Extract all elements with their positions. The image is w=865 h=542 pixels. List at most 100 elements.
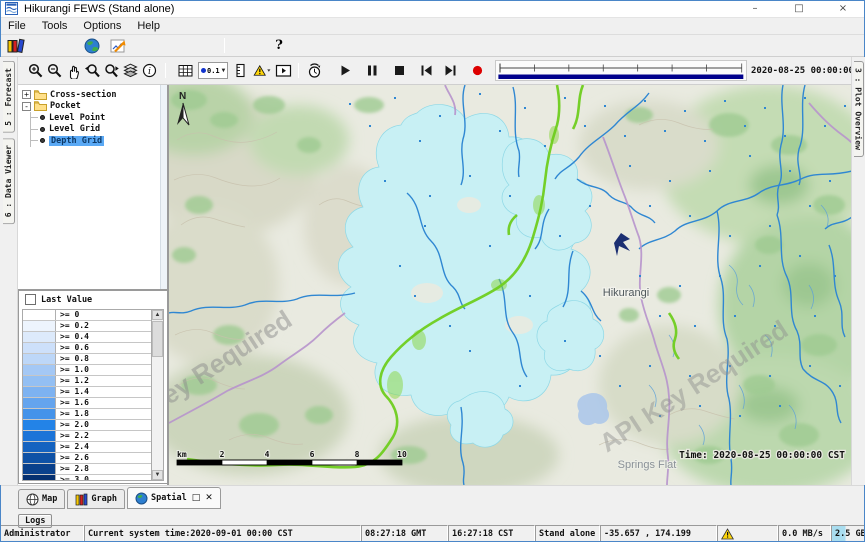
bullet-icon	[40, 138, 45, 143]
legend-row: >= 0.4	[23, 332, 151, 343]
tree-scrollbar[interactable]	[160, 85, 167, 289]
tree-node-level-grid[interactable]: Level Grid	[31, 124, 167, 136]
legend-color-swatch	[23, 431, 56, 441]
legend-color-swatch	[23, 442, 56, 452]
svg-text:8: 8	[355, 450, 360, 459]
legend-row-label: >= 0	[56, 310, 79, 320]
status-gmt-time: 08:27:18 GMT	[361, 525, 448, 542]
data-viewer-panel: + Cross-section - Pocket Level Point	[18, 85, 168, 485]
status-local-time: 16:27:18 CST	[448, 525, 535, 542]
scroll-down-icon[interactable]: ▼	[152, 470, 163, 480]
warning-icon[interactable]	[721, 528, 734, 540]
menu-help[interactable]: Help	[129, 20, 168, 32]
zoom-next-icon[interactable]	[102, 62, 121, 80]
last-value-checkbox[interactable]	[25, 294, 36, 305]
ruler-icon[interactable]	[231, 62, 250, 80]
tab-graph[interactable]: Graph	[67, 489, 125, 509]
scroll-up-icon[interactable]: ▲	[152, 310, 163, 320]
menu-file[interactable]: File	[0, 20, 34, 32]
expand-icon[interactable]: +	[22, 90, 31, 99]
application-window: Hikurangi FEWS (Stand alone) – □ × File …	[0, 0, 865, 542]
layers-icon[interactable]	[121, 62, 140, 80]
timeline-track	[496, 61, 746, 80]
tab-data-viewer[interactable]: 6 : Data Viewer	[3, 138, 15, 224]
tree-node-label: Level Grid	[49, 124, 100, 134]
timeseries-chart-icon[interactable]	[108, 37, 128, 55]
tab-forecast[interactable]: 5 : Forecast	[3, 61, 15, 133]
play-button[interactable]	[336, 62, 355, 80]
step-forward-button[interactable]	[441, 62, 460, 80]
close-button[interactable]: ×	[821, 0, 865, 17]
globe-icon[interactable]	[82, 37, 102, 55]
tab-maximize-icon[interactable]: □	[192, 493, 201, 503]
svg-text:4: 4	[265, 450, 270, 459]
warning-dropdown-icon[interactable]	[253, 62, 272, 80]
map-viewport[interactable]: API Key Required API Key Required Hikura…	[168, 85, 851, 485]
content-area: 5 : Forecast 6 : Data Viewer	[0, 57, 865, 485]
legend-row: >= 0.6	[23, 343, 151, 354]
svg-text:N: N	[179, 91, 186, 102]
pan-hand-icon[interactable]	[64, 62, 83, 80]
legend-row: >= 0.8	[23, 354, 151, 365]
legend-row: >= 1.2	[23, 376, 151, 387]
legend-row-label: >= 0.6	[56, 343, 89, 353]
map-canvas: API Key Required API Key Required Hikura…	[169, 85, 851, 485]
menu-tools[interactable]: Tools	[34, 20, 76, 32]
collapse-icon[interactable]: -	[22, 102, 31, 111]
legend-row-label: >= 1.2	[56, 376, 89, 386]
minimize-button[interactable]: –	[733, 0, 777, 17]
scrollbar-thumb[interactable]	[152, 321, 163, 357]
legend-row-label: >= 1.4	[56, 387, 89, 397]
tab-plot-overview[interactable]: 3 : Plot Overview	[854, 61, 864, 157]
legend-color-swatch	[23, 409, 56, 419]
tree-node-depth-grid[interactable]: Depth Grid	[31, 135, 167, 147]
status-user: Administrator	[0, 525, 84, 542]
wireframe-globe-icon	[26, 493, 39, 506]
step-backward-button[interactable]	[417, 62, 436, 80]
town-label: Hikurangi	[603, 287, 649, 299]
legend-row: >= 3.0	[23, 475, 151, 481]
zoom-previous-icon[interactable]	[83, 62, 102, 80]
chevron-down-icon: ▼	[222, 67, 226, 74]
grid-icon[interactable]	[176, 62, 195, 80]
menu-options[interactable]: Options	[75, 20, 129, 32]
zoom-in-icon[interactable]	[26, 62, 45, 80]
bar-chart-icon	[75, 493, 88, 506]
tree-node-pocket[interactable]: - Pocket	[18, 101, 167, 113]
pause-button[interactable]	[363, 62, 382, 80]
data-explorer-icon[interactable]	[6, 37, 26, 55]
stop-button[interactable]	[390, 62, 409, 80]
timer-icon[interactable]	[305, 62, 324, 80]
tab-spatial[interactable]: Spatial □ ✕	[127, 487, 221, 509]
legend-color-swatch	[23, 365, 56, 375]
timeline-slider[interactable]	[495, 60, 747, 81]
legend-scrollbar[interactable]: ▲ ▼	[151, 310, 163, 480]
legend-row: >= 0	[23, 310, 151, 321]
fews-logo-icon	[5, 2, 18, 15]
animation-icon[interactable]	[274, 62, 293, 80]
window-title: Hikurangi FEWS (Stand alone)	[24, 3, 174, 15]
left-tab-strip: 5 : Forecast 6 : Data Viewer	[0, 57, 18, 485]
status-network-rate: 0.0 MB/s	[778, 525, 831, 542]
legend-row-label: >= 0.8	[56, 354, 89, 364]
tree-guide	[31, 117, 38, 118]
help-icon[interactable]: ?	[269, 37, 289, 55]
tree-guide	[31, 140, 38, 141]
maximize-button[interactable]: □	[777, 0, 821, 17]
map-time-label: Time: 2020-08-25 00:00:00 CST	[679, 450, 845, 461]
folder-icon	[34, 101, 47, 111]
tab-map[interactable]: Map	[18, 489, 65, 509]
threshold-dropdown[interactable]: 0.1 ▼	[198, 62, 228, 79]
bullet-icon	[40, 127, 45, 132]
zoom-out-icon[interactable]	[45, 62, 64, 80]
tab-close-icon[interactable]: ✕	[205, 493, 213, 503]
svg-text:6: 6	[310, 450, 315, 459]
bottom-tab-bar: Map Graph Spatial □ ✕	[0, 485, 865, 510]
record-button[interactable]	[468, 62, 487, 80]
tree-node-level-point[interactable]: Level Point	[31, 112, 167, 124]
legend-color-swatch	[23, 332, 56, 342]
legend-color-swatch	[23, 420, 56, 430]
tree-node-cross-section[interactable]: + Cross-section	[18, 89, 167, 101]
info-icon[interactable]: i	[140, 62, 159, 80]
svg-text:10: 10	[397, 450, 407, 459]
